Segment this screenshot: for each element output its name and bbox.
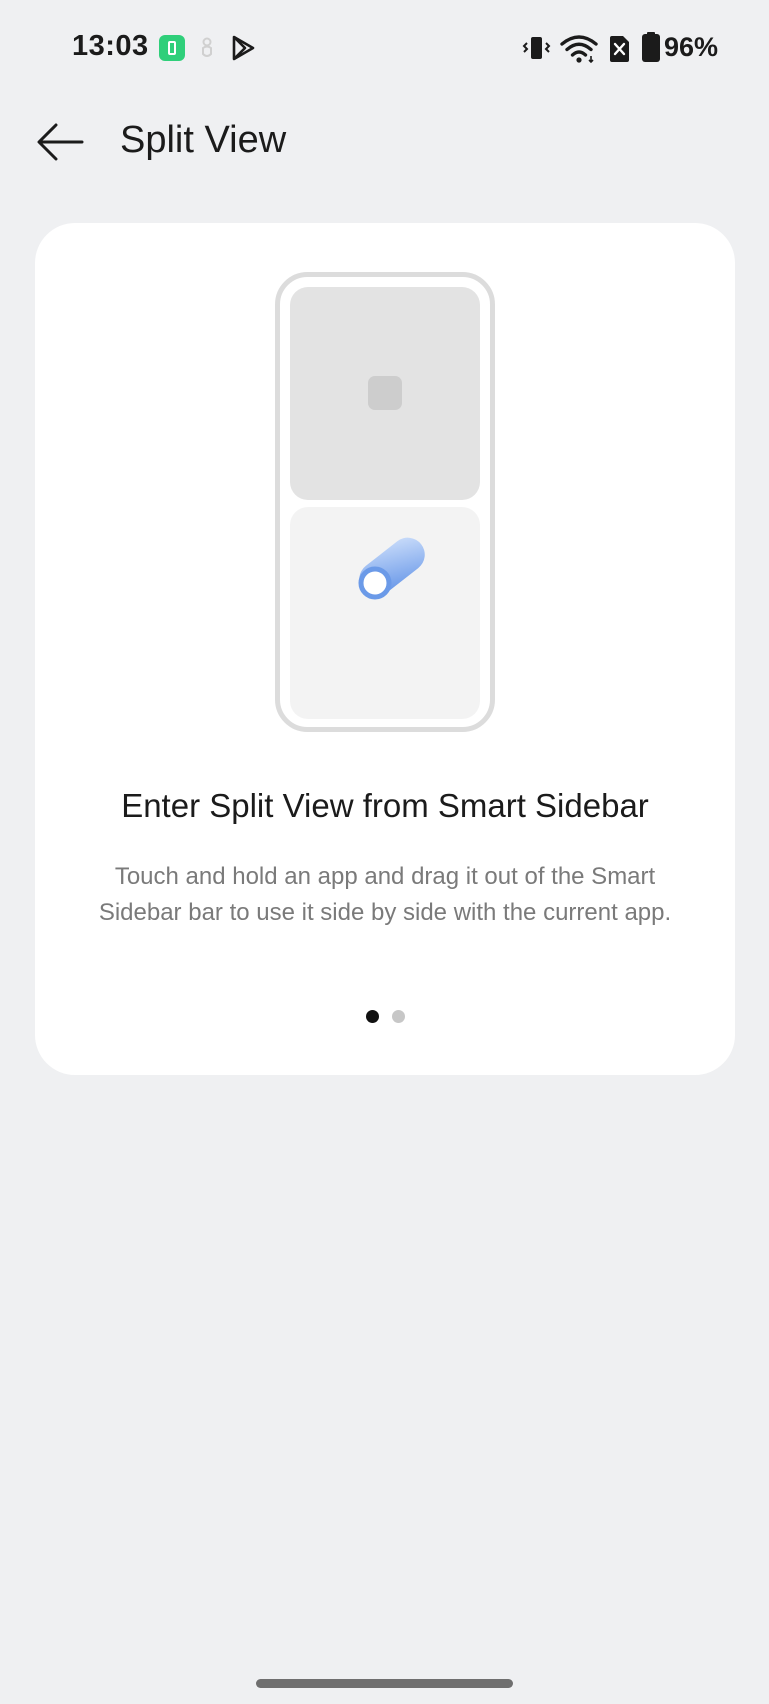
battery-percentage: 96% bbox=[664, 32, 719, 62]
no-sim-icon bbox=[607, 34, 631, 64]
split-view-illustration bbox=[275, 272, 495, 732]
vibrate-icon bbox=[521, 33, 551, 63]
page-title: Split View bbox=[120, 119, 287, 161]
arrow-left-icon bbox=[36, 122, 84, 167]
play-store-icon bbox=[229, 34, 257, 62]
touch-icon bbox=[199, 36, 215, 60]
screen: 13:03 96% Split View Enter Split View fr… bbox=[0, 0, 769, 1704]
wifi-icon bbox=[560, 34, 598, 64]
page-dot-2[interactable] bbox=[391, 1010, 405, 1023]
home-indicator[interactable] bbox=[256, 1679, 513, 1688]
tutorial-card: Enter Split View from Smart Sidebar Touc… bbox=[35, 223, 735, 1075]
page-dot-1[interactable] bbox=[365, 1010, 379, 1023]
status-bar: 13:03 96% bbox=[0, 0, 769, 96]
battery-icon bbox=[642, 32, 660, 62]
card-heading: Enter Split View from Smart Sidebar bbox=[121, 787, 649, 824]
status-time: 13:03 bbox=[72, 30, 149, 62]
page-indicator[interactable] bbox=[35, 1010, 735, 1023]
card-description: Touch and hold an app and drag it out of… bbox=[98, 863, 672, 926]
back-button[interactable] bbox=[28, 112, 92, 176]
battery-saver-icon bbox=[159, 35, 185, 61]
